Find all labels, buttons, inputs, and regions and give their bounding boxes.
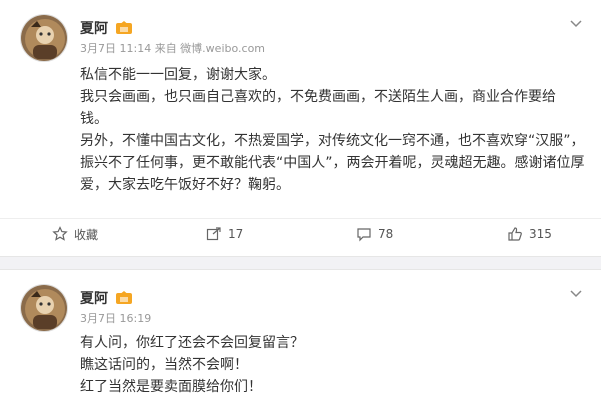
favorite-label: 收藏 [74, 227, 99, 242]
post-meta: 3月7日 16:19 [80, 312, 152, 325]
avatar-image [21, 285, 67, 331]
text-line: 钱。 [80, 111, 108, 127]
favorite-button[interactable]: 收藏 [52, 219, 98, 249]
vip-badge-icon [116, 21, 132, 34]
text-line: 另外，不懂中国古文化，不热爱国学，对传统文化一窍不通，也不喜欢穿“汉服”， [80, 133, 585, 149]
comment-icon [357, 228, 371, 242]
text-line: 振兴不了任何事，更不敢能代表“中国人”，两会开着呢，灵魂超无趣。感谢诸位厚 [80, 155, 585, 171]
action-bar: 收藏 17 78 315 [0, 218, 601, 248]
like-button[interactable]: 315 [507, 219, 552, 249]
post-text: 私信不能一一回复，谢谢大家。 我只会画画，也只画自己喜欢的，不免费画画，不送陌生… [80, 64, 590, 196]
share-icon [206, 227, 221, 241]
post-divider [0, 256, 601, 270]
text-line: 有人问，你红了还会不会回复留言？ [80, 335, 304, 351]
avatar[interactable] [20, 14, 68, 62]
chevron-down-icon[interactable] [569, 286, 583, 300]
forward-button[interactable]: 17 [206, 219, 243, 249]
weibo-post: 夏阿 3月7日 11:14 来自 微博.weibo.com 私信不能一一回复，谢… [0, 0, 601, 256]
comment-button[interactable]: 78 [356, 219, 393, 249]
avatar-image [21, 15, 67, 61]
text-line: 私信不能一一回复，谢谢大家。 [80, 67, 276, 83]
like-count: 315 [529, 227, 552, 241]
author-name-text[interactable]: 夏阿 [80, 291, 108, 307]
text-line: 瞧这话问的，当然不会啊！ [80, 357, 248, 373]
author-name[interactable]: 夏阿 [80, 18, 132, 38]
comment-count: 78 [378, 227, 394, 241]
forward-count: 17 [228, 227, 244, 241]
text-line: 我只会画画，也只画自己喜欢的，不免费画画，不送陌生人画，商业合作要给 [80, 89, 556, 105]
text-line: 红了当然是要卖面膜给你们！ [80, 379, 262, 395]
post-meta: 3月7日 11:14 来自 微博.weibo.com [80, 42, 266, 55]
star-icon [52, 226, 68, 241]
avatar[interactable] [20, 284, 68, 332]
author-name-text[interactable]: 夏阿 [80, 21, 108, 37]
chevron-down-icon[interactable] [569, 16, 583, 30]
author-name[interactable]: 夏阿 [80, 288, 132, 308]
vip-badge-icon [116, 291, 132, 304]
post-text: 有人问，你红了还会不会回复留言？ 瞧这话问的，当然不会啊！ 红了当然是要卖面膜给… [80, 332, 590, 398]
thumbs-up-icon [508, 227, 522, 241]
weibo-post: 夏阿 3月7日 16:19 有人问，你红了还会不会回复留言？ 瞧这话问的，当然不… [0, 270, 601, 410]
text-line: 爱，大家去吃午饭好不好？鞠躬。 [80, 177, 290, 193]
